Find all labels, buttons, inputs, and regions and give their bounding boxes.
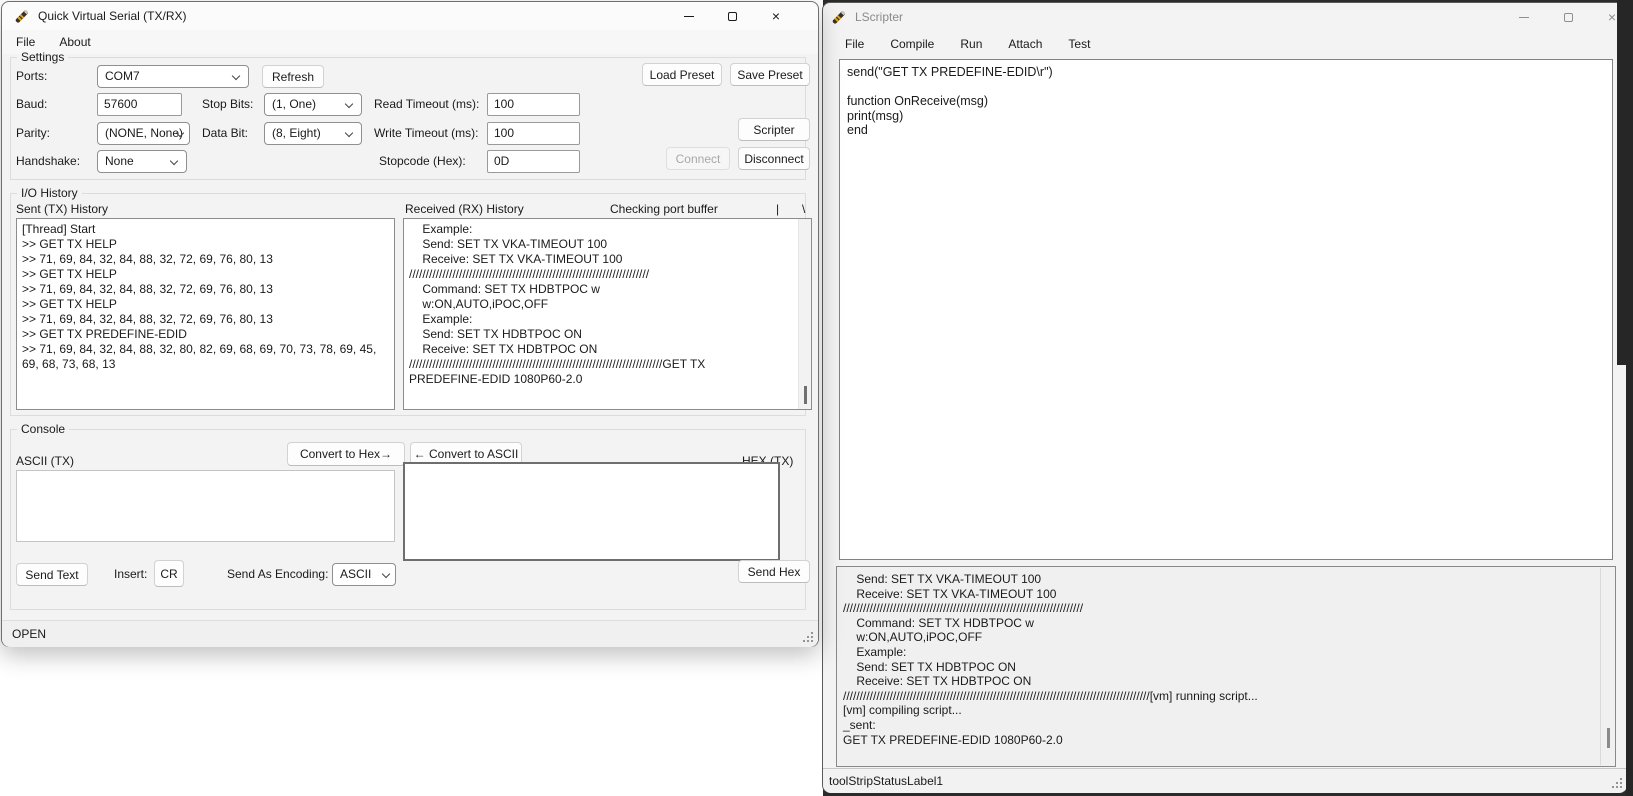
script-editor[interactable]: send("GET TX PREDEFINE-EDID\r") function… <box>839 59 1613 560</box>
write-timeout-label: Write Timeout (ms): <box>374 126 478 140</box>
refresh-button[interactable]: Refresh <box>262 65 324 88</box>
resize-grip[interactable] <box>802 631 816 645</box>
load-preset-button[interactable]: Load Preset <box>642 63 722 86</box>
connect-button[interactable]: Connect <box>666 147 730 170</box>
quick-virtual-serial-window: Quick Virtual Serial (TX/RX) × File Abou… <box>1 1 819 647</box>
scripter-button[interactable]: Scripter <box>738 118 810 141</box>
tx-history-label: Sent (TX) History <box>16 202 108 216</box>
stopcode-input[interactable]: 0D <box>487 150 580 173</box>
chevron-down-icon <box>345 129 353 137</box>
chevron-down-icon <box>382 570 390 578</box>
disconnect-button[interactable]: Disconnect <box>738 147 810 170</box>
close-icon: × <box>1608 10 1616 24</box>
checking-port-buffer-label: Checking port buffer <box>610 202 718 216</box>
app-icon <box>14 8 30 24</box>
parity-label: Parity: <box>16 126 50 140</box>
maximize-icon <box>1564 13 1573 22</box>
lscripter-statusbar: toolStripStatusLabel1 <box>823 768 1627 793</box>
write-timeout-input[interactable]: 100 <box>487 122 580 145</box>
script-output-pane[interactable]: Send: SET TX VKA-TIMEOUT 100 Receive: SE… <box>836 566 1616 767</box>
handshake-label: Handshake: <box>16 154 80 168</box>
ports-label: Ports: <box>16 69 47 83</box>
io-history-legend: I/O History <box>17 186 82 200</box>
ports-combobox[interactable]: COM7 <box>97 65 249 88</box>
spinner-char-2: \ <box>802 202 805 216</box>
settings-legend: Settings <box>17 50 68 64</box>
tool-strip-status-label: toolStripStatusLabel1 <box>829 774 943 788</box>
hex-tx-input[interactable] <box>403 462 780 561</box>
close-button[interactable]: × <box>763 2 789 30</box>
rx-history-label: Received (RX) History <box>405 202 524 216</box>
port-status-text: OPEN <box>12 627 46 641</box>
send-text-button[interactable]: Send Text <box>16 563 88 586</box>
minimize-button[interactable] <box>676 2 702 30</box>
rx-history-pane[interactable]: Example: Send: SET TX VKA-TIMEOUT 100 Re… <box>403 218 812 410</box>
ascii-tx-label: ASCII (TX) <box>16 454 74 468</box>
window-title: LScripter <box>855 10 903 24</box>
data-bit-combobox[interactable]: (8, Eight) <box>264 122 362 145</box>
insert-cr-button[interactable]: CR <box>154 560 184 587</box>
menu-file[interactable]: File <box>6 32 45 52</box>
minimize-icon <box>1519 17 1529 18</box>
chevron-down-icon <box>232 72 240 80</box>
scrollbar-thumb[interactable] <box>804 386 807 404</box>
encoding-combobox[interactable]: ASCII <box>332 563 396 586</box>
screen-edge-dark-right <box>1626 0 1633 796</box>
stop-bits-label: Stop Bits: <box>202 97 253 111</box>
window-title: Quick Virtual Serial (TX/RX) <box>38 9 186 23</box>
menu-run[interactable]: Run <box>950 34 992 54</box>
tx-history-pane[interactable]: [Thread] Start >> GET TX HELP >> 71, 69,… <box>16 218 395 410</box>
ascii-tx-input[interactable] <box>16 470 395 542</box>
chevron-down-icon <box>345 100 353 108</box>
handshake-combobox[interactable]: None <box>97 150 187 173</box>
menu-compile[interactable]: Compile <box>880 34 944 54</box>
insert-label: Insert: <box>114 567 147 581</box>
baud-label: Baud: <box>16 97 47 111</box>
qvs-statusbar: OPEN <box>2 620 818 647</box>
app-icon <box>831 9 847 25</box>
read-timeout-input[interactable]: 100 <box>487 93 580 116</box>
maximize-button[interactable] <box>719 2 745 30</box>
send-hex-button[interactable]: Send Hex <box>738 560 810 583</box>
resize-grip[interactable] <box>1611 777 1625 791</box>
menu-test[interactable]: Test <box>1058 34 1100 54</box>
menu-attach[interactable]: Attach <box>998 34 1052 54</box>
send-as-encoding-label: Send As Encoding: <box>227 567 328 581</box>
menu-file[interactable]: File <box>835 34 874 54</box>
chevron-down-icon <box>170 157 178 165</box>
rx-history-scrollbar[interactable] <box>798 219 811 409</box>
lscripter-menubar: File Compile Run Attach Test <box>823 31 1627 57</box>
lscripter-window: LScripter × File Compile Run Attach Test… <box>822 2 1628 793</box>
qvs-titlebar[interactable]: Quick Virtual Serial (TX/RX) × <box>2 2 818 30</box>
output-scrollbar[interactable] <box>1600 568 1614 765</box>
maximize-icon <box>728 12 737 21</box>
baud-input[interactable]: 57600 <box>97 93 182 116</box>
menu-about[interactable]: About <box>49 32 100 52</box>
convert-to-hex-button[interactable]: Convert to Hex→ <box>287 442 405 466</box>
console-legend: Console <box>17 422 69 436</box>
close-icon: × <box>772 9 780 23</box>
maximize-button[interactable] <box>1555 3 1581 31</box>
save-preset-button[interactable]: Save Preset <box>730 63 810 86</box>
read-timeout-label: Read Timeout (ms): <box>374 97 479 111</box>
parity-combobox[interactable]: (NONE, None) <box>97 122 190 145</box>
minimize-button[interactable] <box>1511 3 1537 31</box>
minimize-icon <box>684 16 694 17</box>
lscripter-titlebar[interactable]: LScripter × <box>823 3 1627 31</box>
scrollbar-thumb[interactable] <box>1607 728 1610 748</box>
stop-bits-combobox[interactable]: (1, One) <box>264 93 362 116</box>
spinner-char-1: | <box>776 202 779 216</box>
data-bit-label: Data Bit: <box>202 126 248 140</box>
stopcode-label: Stopcode (Hex): <box>379 154 466 168</box>
